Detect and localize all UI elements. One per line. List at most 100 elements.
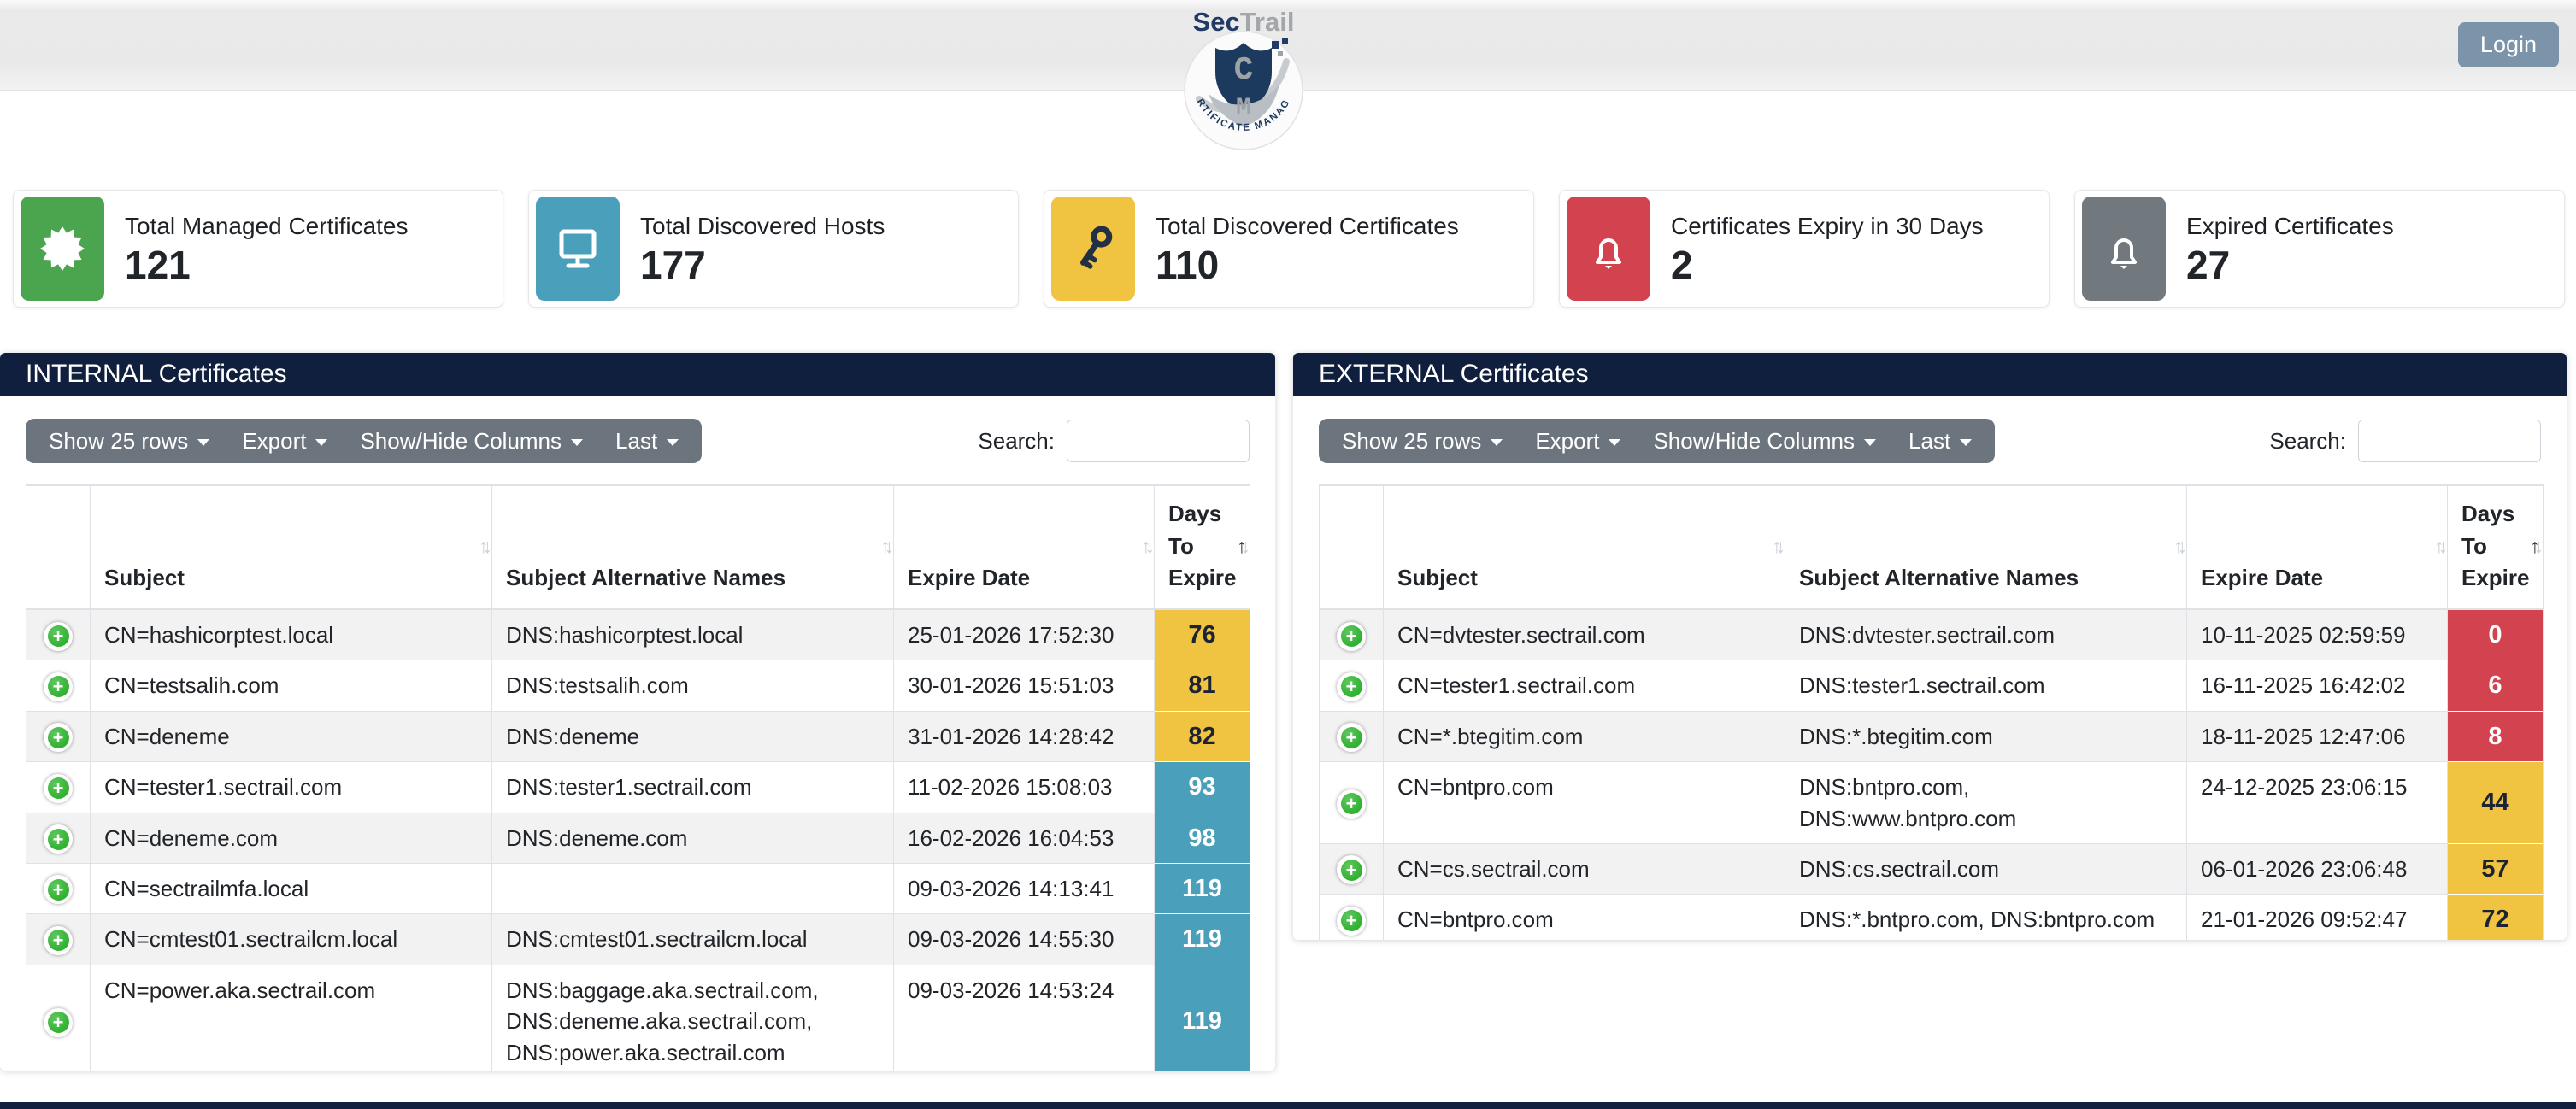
expand-row-icon[interactable]: + [44, 622, 73, 651]
bell-icon [2082, 197, 2166, 301]
days-to-expire-badge: 72 [2448, 895, 2544, 940]
cell-subject: CN=tester1.sectrail.com [91, 762, 492, 813]
expand-row-icon[interactable]: + [1337, 855, 1366, 884]
expand-row-icon[interactable]: + [44, 774, 73, 803]
cell-expire-date: 21-01-2026 09:52:47 [2187, 895, 2448, 940]
sort-icon: ↑↓ [880, 532, 888, 560]
expand-row-icon[interactable]: + [1337, 723, 1366, 752]
external-certificates-panel: EXTERNAL Certificates Show 25 rows Expor… [1293, 353, 2567, 940]
certificates-panels-row: INTERNAL Certificates Show 25 rows Expor… [0, 353, 2567, 1071]
stat-card-value: 121 [125, 245, 409, 285]
stat-card-label: Total Discovered Hosts [640, 213, 885, 240]
logo-brand-sec: Sec [1193, 7, 1240, 37]
cell-expire-date: 09-03-2026 14:53:24 [894, 965, 1155, 1071]
table-row: +CN=tester1.sectrail.comDNS:tester1.sect… [26, 762, 1250, 813]
export-dropdown[interactable]: Export [226, 419, 344, 463]
days-to-expire-badge: 119 [1155, 864, 1250, 914]
expand-row-icon[interactable]: + [1337, 622, 1366, 651]
stat-card-label: Total Discovered Certificates [1156, 213, 1459, 240]
sort-icon: ↑↓ [1772, 532, 1779, 560]
chevron-down-icon [1864, 439, 1876, 446]
expand-row-icon[interactable]: + [44, 824, 73, 854]
chevron-down-icon [1609, 439, 1620, 446]
cell-expire-date: 10-11-2025 02:59:59 [2187, 609, 2448, 660]
column-header-expire-date[interactable]: Expire Date↑↓ [894, 485, 1155, 609]
show-rows-dropdown[interactable]: Show 25 rows [32, 419, 226, 463]
cell-subject: CN=testsalih.com [91, 660, 492, 711]
key-icon [1051, 197, 1135, 301]
cell-subject: CN=tester1.sectrail.com [1384, 660, 1785, 711]
expand-row-icon[interactable]: + [1337, 672, 1366, 701]
internal-toolbar-button-group: Show 25 rows Export Show/Hide Columns La… [26, 419, 702, 463]
cell-subject: CN=power.aka.sectrail.com [91, 965, 492, 1071]
stat-cards-row: Total Managed Certificates121Total Disco… [13, 190, 2565, 308]
column-header-subject[interactable]: Subject↑↓ [1384, 485, 1785, 609]
sort-icon: ↑↓ [2173, 532, 2181, 560]
column-header-expire-date[interactable]: Expire Date↑↓ [2187, 485, 2448, 609]
stat-card: Certificates Expiry in 30 Days2 [1559, 190, 2050, 308]
cell-san: DNS:deneme [492, 711, 894, 761]
table-row: +CN=bntpro.comDNS:*.bntpro.com, DNS:bntp… [1320, 895, 2544, 940]
column-header-san[interactable]: Subject Alternative Names↑↓ [492, 485, 894, 609]
stat-card-label: Certificates Expiry in 30 Days [1671, 213, 1984, 240]
expand-row-icon[interactable]: + [44, 875, 73, 904]
search-input[interactable] [1067, 420, 1250, 462]
login-button[interactable]: Login [2458, 22, 2559, 67]
search-input[interactable] [2358, 420, 2541, 462]
last-dropdown[interactable]: Last [1892, 419, 1988, 463]
search-label: Search: [2269, 428, 2346, 455]
column-header-days-to-expire[interactable]: Days To Expire↑↓ [2448, 485, 2544, 609]
column-header-san[interactable]: Subject Alternative Names↑↓ [1785, 485, 2187, 609]
stat-card-value: 110 [1156, 245, 1459, 285]
chevron-down-icon [315, 439, 327, 446]
expand-row-icon[interactable]: + [1337, 907, 1366, 936]
expand-column-header [1320, 485, 1384, 609]
cell-san: DNS:dvtester.sectrail.com [1785, 609, 2187, 660]
internal-panel-title: INTERNAL Certificates [0, 353, 1275, 396]
stat-card: Expired Certificates 27 [2074, 190, 2565, 308]
logo-monogram-m: M [1236, 94, 1251, 123]
table-row: +CN=cs.sectrail.comDNS:cs.sectrail.com06… [1320, 844, 2544, 895]
expand-row-icon[interactable]: + [44, 672, 73, 701]
expand-row-icon[interactable]: + [44, 926, 73, 955]
expand-row-icon[interactable]: + [44, 723, 73, 752]
cell-subject: CN=dvtester.sectrail.com [1384, 609, 1785, 660]
stat-card: Total Discovered Certificates 110 [1044, 190, 1534, 308]
table-row: + CN=power.aka.sectrail.comDNS:baggage.ak… [26, 965, 1250, 1071]
table-row: +CN=testsalih.comDNS:testsalih.com30-01-… [26, 660, 1250, 711]
column-header-subject[interactable]: Subject↑↓ [91, 485, 492, 609]
table-row: +CN=*.btegitim.comDNS:*.btegitim.com18-1… [1320, 711, 2544, 761]
table-row: +CN=sectrailmfa.local09-03-2026 14:13:41… [26, 864, 1250, 914]
cell-san: DNS:testsalih.com [492, 660, 894, 711]
logo-monogram-c: C [1234, 52, 1254, 89]
sort-asc-active-icon: ↑↓ [2530, 532, 2538, 560]
stat-card-value: 27 [2186, 245, 2394, 285]
external-panel-title: EXTERNAL Certificates [1293, 353, 2567, 396]
sort-icon: ↑↓ [479, 532, 486, 560]
stat-card-label: Expired Certificates [2186, 213, 2394, 240]
cell-san: DNS:baggage.aka.sectrail.com,DNS:deneme.… [492, 965, 894, 1071]
show-hide-columns-dropdown[interactable]: Show/Hide Columns [344, 419, 599, 463]
cell-expire-date: 25-01-2026 17:52:30 [894, 609, 1155, 660]
cell-expire-date: 24-12-2025 23:06:15 [2187, 762, 2448, 844]
table-row: + CN=dvtester.sectrail.comDNS:dvtester.se… [1320, 609, 2544, 660]
external-toolbar-button-group: Show 25 rows Export Show/Hide Columns La… [1319, 419, 1995, 463]
internal-toolbar: Show 25 rows Export Show/Hide Columns La… [0, 396, 1275, 484]
internal-certificates-table: Subject↑↓ Subject Alternative Names↑↓ Ex… [26, 484, 1250, 1071]
cell-san: DNS:*.btegitim.com [1785, 711, 2187, 761]
expand-row-icon[interactable]: + [1337, 789, 1366, 819]
expand-column-header [26, 485, 91, 609]
cell-san: DNS:cmtest01.sectrailcm.local [492, 914, 894, 965]
internal-search: Search: [978, 420, 1250, 462]
expand-row-icon[interactable]: + [44, 1008, 73, 1037]
export-dropdown[interactable]: Export [1519, 419, 1637, 463]
seal-icon [21, 197, 104, 301]
cell-san: DNS:deneme.com [492, 813, 894, 863]
last-dropdown[interactable]: Last [599, 419, 695, 463]
column-header-days-to-expire[interactable]: Days To Expire↑↓ [1155, 485, 1250, 609]
cell-expire-date: 16-02-2026 16:04:53 [894, 813, 1155, 863]
show-hide-columns-dropdown[interactable]: Show/Hide Columns [1637, 419, 1892, 463]
stat-card: Total Discovered Hosts177 [528, 190, 1019, 308]
cell-subject: CN=bntpro.com [1384, 895, 1785, 940]
show-rows-dropdown[interactable]: Show 25 rows [1326, 419, 1519, 463]
